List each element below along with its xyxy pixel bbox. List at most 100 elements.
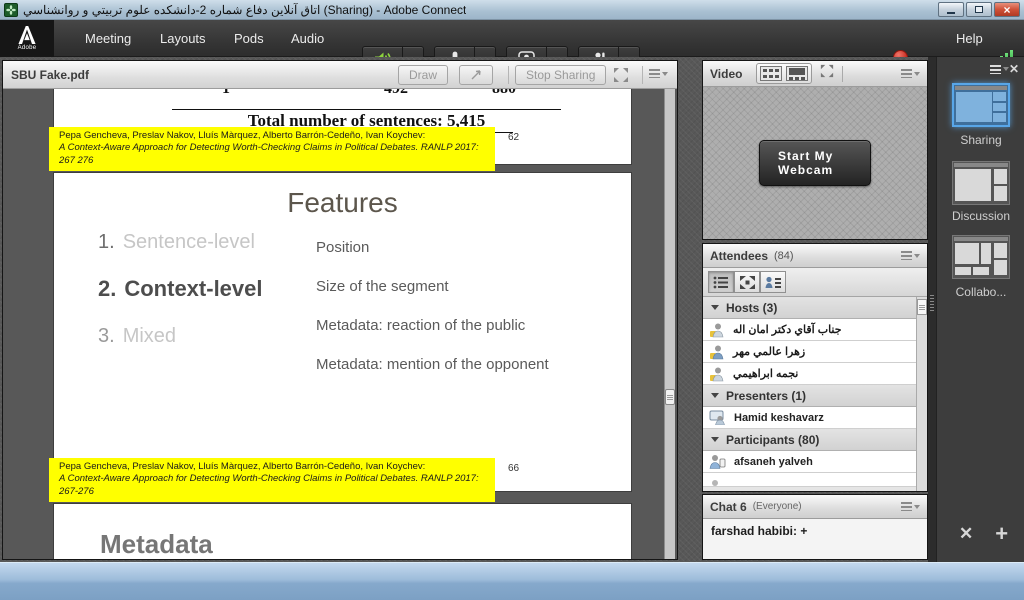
layout-sharing-label[interactable]: Sharing — [937, 133, 1024, 147]
minimize-icon — [947, 12, 955, 14]
layout-collaboration-thumbnail[interactable] — [952, 235, 1010, 279]
start-webcam-button[interactable]: Start My Webcam — [759, 140, 871, 186]
feature-item: Position — [316, 239, 369, 256]
document-view[interactable]: 1 492 880 Total number of sentences: 5,4… — [3, 89, 677, 559]
taskbar: e EN — [0, 562, 1024, 600]
attendee-list-view-button[interactable] — [708, 271, 734, 293]
pointer-tool-button[interactable] — [459, 65, 493, 85]
attendees-scrollbar[interactable] — [916, 297, 927, 491]
attendees-pod-title: Attendees — [710, 249, 768, 263]
window-title: اتاق آنلاين دفاع شماره 2-دانشكده علوم تر… — [23, 3, 466, 17]
scrollbar-thumb[interactable] — [917, 299, 927, 315]
toolbar-divider — [508, 66, 509, 84]
layout-sharing-thumbnail[interactable] — [952, 83, 1010, 127]
group-participants[interactable]: Participants (80) — [703, 429, 927, 451]
breakout-view-button[interactable] — [734, 271, 760, 293]
feature-item: Metadata: reaction of the public — [316, 317, 525, 334]
menu-bar: Adobe Meeting Layouts Pods Audio — [0, 20, 1024, 57]
list-item: 3.Mixed — [98, 325, 176, 348]
group-hosts[interactable]: Hosts (3) — [703, 297, 927, 319]
menu-audio[interactable]: Audio — [281, 20, 334, 57]
attendee-name: afsaneh yalveh — [734, 456, 813, 468]
video-pod-menu-button[interactable] — [901, 69, 920, 78]
collapse-icon — [711, 437, 719, 442]
chat-messages[interactable]: farshad habibi: + — [703, 519, 927, 559]
attendee-row[interactable]: afsaneh yalveh — [703, 451, 927, 473]
close-button[interactable]: × — [994, 2, 1020, 17]
fullscreen-button[interactable] — [613, 67, 629, 88]
scrollbar-thumb[interactable] — [665, 389, 675, 405]
slide-title: Features — [54, 187, 631, 219]
close-icon: × — [1003, 4, 1010, 16]
share-pod-menu-button[interactable] — [649, 69, 668, 78]
citation-authors: Pepa Gencheva, Preslav Nakov, Lluís Màrq… — [59, 461, 487, 473]
exit-layout-icon[interactable]: ✕ — [959, 524, 973, 544]
slide-page-number: 66 — [508, 463, 519, 474]
attendee-row[interactable]: Hamid keshavarz — [703, 407, 927, 429]
document-scrollbar[interactable] — [664, 89, 675, 559]
presenter-avatar-icon — [709, 410, 726, 425]
participant-avatar-icon — [709, 454, 726, 469]
host-avatar-icon — [709, 322, 725, 338]
group-presenters[interactable]: Presenters (1) — [703, 385, 927, 407]
collapse-icon — [711, 393, 719, 398]
slide-page-number: 62 — [508, 132, 519, 143]
restore-button[interactable] — [966, 2, 992, 17]
layout-discussion-thumbnail[interactable] — [952, 161, 1010, 205]
collapse-icon — [711, 305, 719, 310]
video-fullscreen-button[interactable] — [820, 64, 834, 83]
video-stage: Start My Webcam — [703, 87, 927, 239]
attendee-row-clipped[interactable] — [703, 473, 927, 487]
menu-pods[interactable]: Pods — [224, 20, 274, 57]
divider-grip-icon[interactable] — [930, 295, 934, 313]
menu-layouts[interactable]: Layouts — [150, 20, 216, 57]
attendee-row[interactable]: نجمه ابراهيمي — [703, 363, 927, 385]
list-view-icon — [713, 276, 729, 289]
citation-block: Pepa Gencheva, Preslav Nakov, Lluís Màrq… — [49, 458, 495, 502]
attendees-pod-menu-button[interactable] — [901, 251, 920, 260]
video-pod: Video Start My Webcam — [702, 60, 928, 240]
minimize-button[interactable] — [938, 2, 964, 17]
menu-help[interactable]: Help — [946, 20, 993, 57]
stop-sharing-button[interactable]: Stop Sharing — [515, 65, 606, 85]
chat-pod-title: Chat 6 — [710, 500, 747, 514]
layout-collaboration-label[interactable]: Collabo... — [937, 285, 1024, 299]
table-cell: 880 — [492, 89, 516, 98]
slide-title: Metadata — [100, 529, 213, 559]
menu-meeting[interactable]: Meeting — [75, 20, 141, 57]
pod-menu-icon — [901, 251, 912, 260]
add-layout-icon[interactable]: + — [995, 523, 1008, 545]
attendee-name: نجمه ابراهيمي — [733, 367, 798, 380]
list-item: 2.Context-level — [98, 276, 263, 302]
toolbar-divider — [642, 66, 643, 84]
share-pod: SBU Fake.pdf Draw Stop Sharing 1 492 880 — [2, 60, 678, 560]
attendees-pod-header: Attendees (84) — [703, 244, 927, 268]
feature-item: Size of the segment — [316, 278, 449, 295]
layouts-menu-button[interactable] — [990, 65, 1009, 74]
grid-view-icon[interactable] — [760, 66, 782, 81]
participant-avatar-icon — [709, 474, 723, 486]
layouts-close-icon[interactable]: ✕ — [1009, 62, 1019, 76]
chat-pod: Chat 6 (Everyone) farshad habibi: + — [702, 494, 928, 560]
draw-button[interactable]: Draw — [398, 65, 448, 85]
fullscreen-icon — [613, 67, 629, 83]
pod-menu-icon — [901, 69, 912, 78]
attendee-row[interactable]: زهرا عالمي مهر — [703, 341, 927, 363]
attendee-row[interactable]: جناب آقاي دكتر امان اله — [703, 319, 927, 341]
filmstrip-view-icon[interactable] — [786, 66, 808, 81]
layouts-sidebar: ✕ Sharing Discussion Collabo... ✕ + — [936, 57, 1024, 562]
video-pod-title: Video — [710, 67, 742, 81]
slide-page-66: Features 1.Sentence-level 2.Context-leve… — [54, 173, 631, 491]
fullscreen-icon — [820, 64, 834, 78]
breakout-icon — [740, 276, 755, 289]
layout-discussion-label[interactable]: Discussion — [937, 209, 1024, 223]
citation-title: A Context-Aware Approach for Detecting W… — [59, 473, 487, 498]
attendees-count: (84) — [774, 250, 794, 262]
video-view-buttons — [756, 63, 812, 84]
chat-pod-menu-button[interactable] — [901, 502, 920, 511]
video-pod-header: Video — [703, 61, 927, 87]
attendee-status-view-button[interactable] — [760, 271, 786, 293]
status-view-icon — [765, 276, 781, 289]
title-bar: اتاق آنلاين دفاع شماره 2-دانشكده علوم تر… — [0, 0, 1024, 20]
chat-message: farshad habibi: + — [711, 524, 919, 538]
